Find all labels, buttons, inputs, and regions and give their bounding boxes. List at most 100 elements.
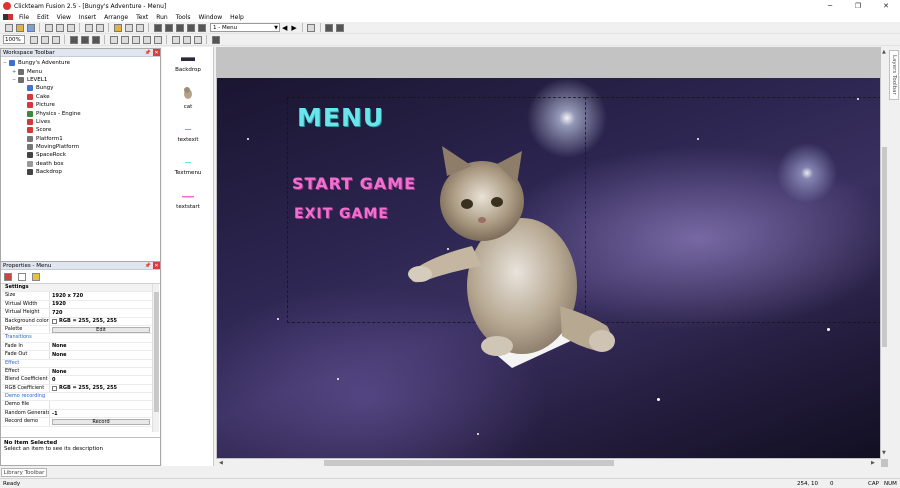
scroll-left-icon[interactable]: ◀ (219, 460, 223, 466)
menu-edit[interactable]: Edit (33, 14, 53, 21)
property-value[interactable]: None (50, 368, 152, 375)
restore-icon[interactable]: ❐ (844, 0, 872, 12)
scrollbar-thumb[interactable] (154, 292, 159, 412)
tree-item[interactable]: Lives (3, 118, 160, 126)
tree-item[interactable]: MovingPlatform (3, 143, 160, 151)
color-swatch[interactable] (52, 318, 57, 324)
scroll-up-icon[interactable]: ▲ (882, 49, 886, 55)
color-swatch[interactable] (52, 385, 57, 391)
test-frame-icon[interactable] (307, 23, 316, 32)
runtime-options-tab-icon[interactable] (18, 272, 26, 281)
tree-item[interactable]: + Menu (3, 67, 160, 75)
property-button[interactable]: Edit (52, 327, 150, 334)
run-application-icon[interactable] (124, 23, 133, 32)
bold-icon[interactable] (109, 35, 118, 44)
align-right-icon[interactable] (193, 35, 202, 44)
child-window-icon[interactable] (3, 14, 13, 20)
property-value[interactable]: None (50, 351, 152, 358)
event-editor-icon[interactable] (175, 23, 184, 32)
menu-text[interactable]: Text (132, 14, 152, 21)
menu-help[interactable]: Help (226, 14, 248, 21)
property-value[interactable]: -1 (50, 410, 152, 417)
pin-icon[interactable]: 📌 (145, 263, 151, 269)
property-value[interactable] (50, 401, 152, 408)
align-center-icon[interactable] (182, 35, 191, 44)
exit-game-text[interactable]: EXIT GAME (294, 206, 389, 222)
property-row[interactable]: Fade Out None (2, 351, 152, 360)
property-value[interactable]: 1920 x 720 (50, 292, 152, 299)
data-elements-icon[interactable] (197, 23, 206, 32)
property-value[interactable]: Record (50, 418, 152, 426)
frame-canvas[interactable]: MENU START GAME EXIT GAME (217, 78, 880, 458)
property-row[interactable]: Record demo Record (2, 418, 152, 427)
object-item-cat[interactable]: cat (162, 86, 214, 110)
close-icon[interactable]: ✕ (872, 0, 900, 12)
menu-file[interactable]: File (15, 14, 33, 21)
italic-icon[interactable] (120, 35, 129, 44)
fit-frame-icon[interactable] (211, 35, 220, 44)
start-game-text[interactable]: START GAME (292, 174, 416, 193)
property-button[interactable]: Record (52, 419, 150, 426)
storyboard-editor-icon[interactable] (153, 23, 162, 32)
open-file-icon[interactable] (15, 23, 24, 32)
cat-object[interactable] (402, 146, 637, 371)
font-icon[interactable] (131, 35, 140, 44)
editor-horizontal-scrollbar[interactable]: ◀ ▶ (216, 459, 881, 467)
property-value[interactable]: Edit (50, 326, 152, 334)
layers-icon[interactable] (80, 35, 89, 44)
property-row[interactable]: Fade In None (2, 342, 152, 352)
save-icon[interactable] (26, 23, 35, 32)
tree-item[interactable]: − Bungy's Adventure (3, 59, 160, 67)
align-icon[interactable] (69, 35, 78, 44)
menu-view[interactable]: View (53, 14, 75, 21)
property-value[interactable]: 0 (50, 376, 152, 383)
pin-icon[interactable]: 📌 (145, 50, 151, 56)
tree-item[interactable]: Picture (3, 101, 160, 109)
menu-tools[interactable]: Tools (172, 14, 195, 21)
zoom-in-icon[interactable] (40, 35, 49, 44)
text-color-icon[interactable] (142, 35, 151, 44)
grid-icon[interactable] (325, 23, 334, 32)
event-list-editor-icon[interactable] (186, 23, 195, 32)
close-panel-icon[interactable]: ✕ (153, 262, 160, 269)
new-file-icon[interactable] (4, 23, 13, 32)
snap-icon[interactable] (336, 23, 345, 32)
property-row[interactable]: Background color RGB = 255, 255, 255 (2, 317, 152, 326)
menu-insert[interactable]: Insert (75, 14, 100, 21)
tree-item[interactable]: Score (3, 126, 160, 134)
hand-tool-icon[interactable] (29, 35, 38, 44)
property-row[interactable]: RGB Coefficient RGB = 255, 255, 255 (2, 384, 152, 394)
zoom-out-icon[interactable] (51, 35, 60, 44)
about-tab-icon[interactable] (32, 272, 40, 281)
tree-item[interactable]: Bungy (3, 84, 160, 92)
property-row[interactable]: Blend Coefficient 0 (2, 376, 152, 385)
paste-into-background-icon[interactable] (91, 35, 100, 44)
previous-frame-icon[interactable]: ◀ (282, 24, 287, 32)
property-value[interactable]: RGB = 255, 255, 255 (50, 318, 152, 325)
property-row[interactable]: Demo file (2, 401, 152, 410)
layers-toolbar-tab[interactable]: Layers Toolbar (889, 50, 899, 100)
align-left-icon[interactable] (171, 35, 180, 44)
property-row[interactable]: Random Generator -1 (2, 409, 152, 419)
property-value[interactable]: 720 (50, 309, 152, 316)
cut-icon[interactable] (44, 23, 53, 32)
library-toolbar-tab[interactable]: Library Toolbar (1, 468, 47, 477)
scrollbar-thumb[interactable] (324, 460, 614, 466)
tree-item[interactable]: Cake (3, 93, 160, 101)
object-item-textmenu[interactable]: Textmenu (162, 160, 214, 176)
settings-tab-icon[interactable] (4, 272, 12, 281)
property-value[interactable]: RGB = 255, 255, 255 (50, 385, 152, 392)
property-row[interactable]: Virtual Height 720 (2, 309, 152, 318)
scroll-down-icon[interactable]: ▼ (882, 450, 886, 456)
tree-item[interactable]: Platform1 (3, 135, 160, 143)
frame-select-dropdown[interactable]: 1 - Menu ▼ (210, 23, 280, 32)
object-item-textstart[interactable]: textstart (162, 194, 214, 210)
property-row[interactable]: Virtual Width 1920 (2, 300, 152, 310)
properties-scrollbar[interactable] (152, 284, 159, 432)
tree-item[interactable]: − LEVEL1 (3, 76, 160, 84)
object-item-textexit[interactable]: textexit (162, 127, 214, 143)
menu-title-text[interactable]: MENU (297, 103, 384, 132)
scrollbar-thumb[interactable] (882, 147, 887, 347)
frame-editor-icon[interactable] (164, 23, 173, 32)
tree-item[interactable]: Backdrop (3, 168, 160, 176)
